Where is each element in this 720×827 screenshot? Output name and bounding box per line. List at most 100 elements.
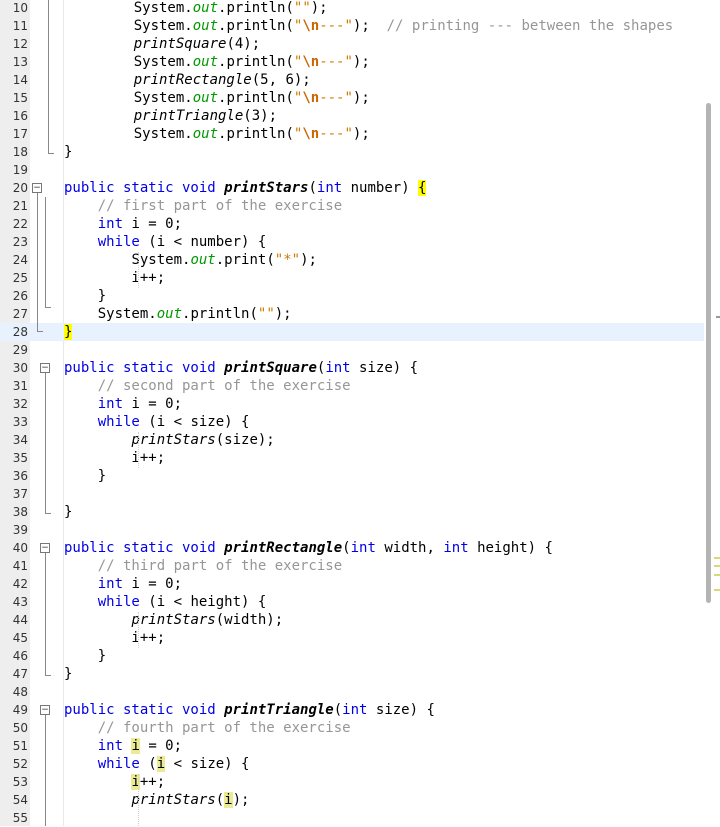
code-line[interactable]: 44 printStars(width); xyxy=(0,611,706,629)
code-line[interactable]: 26 } xyxy=(0,287,706,305)
code-text[interactable]: } xyxy=(64,647,106,665)
code-text[interactable]: public static void printSquare(int size)… xyxy=(64,359,418,377)
code-text[interactable]: } xyxy=(64,143,72,161)
error-stripe-mark[interactable] xyxy=(714,574,720,576)
code-text[interactable]: } xyxy=(64,323,73,341)
scrollbar-thumb[interactable] xyxy=(706,103,711,603)
code-line[interactable]: 51 int i = 0; xyxy=(0,737,706,755)
code-text[interactable]: printStars(width); xyxy=(64,611,283,629)
code-line[interactable]: 50 // fourth part of the exercise xyxy=(0,719,706,737)
code-text[interactable]: } xyxy=(64,287,106,305)
code-text[interactable]: System.out.println(""); xyxy=(100,0,328,17)
fold-toggle-icon[interactable]: − xyxy=(40,543,50,553)
code-text[interactable]: System.out.println("\n---"); xyxy=(100,89,370,107)
fold-toggle-icon[interactable]: − xyxy=(40,705,50,715)
code-line[interactable]: 31 // second part of the exercise xyxy=(0,377,706,395)
code-text[interactable]: while (i < number) { xyxy=(64,233,267,251)
code-line[interactable]: 25 i++; xyxy=(0,269,706,287)
code-editor[interactable]: 10 System.out.println(""); 11 System.out.… xyxy=(0,0,720,826)
code-text[interactable]: System.out.println("\n---"); xyxy=(100,53,370,71)
code-line[interactable]: 20 public static void printStars(int numb… xyxy=(0,179,706,197)
code-text[interactable]: printStars(size); xyxy=(64,431,274,449)
code-text[interactable]: // second part of the exercise xyxy=(64,377,351,395)
code-text[interactable]: i++; xyxy=(64,629,165,647)
code-line[interactable]: 43 while (i < height) { xyxy=(0,593,706,611)
code-line[interactable]: 46 } xyxy=(0,647,706,665)
code-text[interactable]: System.out.println(""); xyxy=(64,305,292,323)
code-text[interactable]: // fourth part of the exercise xyxy=(64,719,351,737)
fold-toggle-icon[interactable]: − xyxy=(40,363,50,373)
code-text[interactable]: printSquare(4); xyxy=(100,35,260,53)
code-line[interactable]: 47} xyxy=(0,665,706,683)
code-text[interactable]: i++; xyxy=(64,269,165,287)
code-line[interactable]: 38} xyxy=(0,503,706,521)
code-line[interactable]: 10 System.out.println(""); xyxy=(0,0,706,17)
code-text[interactable]: } xyxy=(64,467,106,485)
code-line[interactable]: 49 public static void printTriangle(int s… xyxy=(0,701,706,719)
code-token: i xyxy=(156,756,166,772)
code-text[interactable]: int i = 0; xyxy=(64,395,182,413)
code-line[interactable]: 39 xyxy=(0,521,706,539)
code-line[interactable]: 55 xyxy=(0,809,706,827)
code-line[interactable]: 19 xyxy=(0,161,706,179)
code-line[interactable]: 14 printRectangle(5, 6); xyxy=(0,71,706,89)
code-text[interactable]: printTriangle(3); xyxy=(100,107,277,125)
code-text[interactable]: int i = 0; xyxy=(64,737,182,755)
code-line[interactable]: 54 printStars(i); xyxy=(0,791,706,809)
code-line[interactable]: 23 while (i < number) { xyxy=(0,233,706,251)
code-line[interactable]: 42 int i = 0; xyxy=(0,575,706,593)
code-line[interactable]: 16 printTriangle(3); xyxy=(0,107,706,125)
error-stripe-mark[interactable] xyxy=(714,589,720,591)
code-text[interactable]: public static void printStars(int number… xyxy=(64,179,427,197)
code-line[interactable]: 37 xyxy=(0,485,706,503)
code-line[interactable]: 45 i++; xyxy=(0,629,706,647)
code-line[interactable]: 41 // third part of the exercise xyxy=(0,557,706,575)
code-line[interactable]: 11 System.out.println("\n---"); // print… xyxy=(0,17,706,35)
code-text[interactable]: // first part of the exercise xyxy=(64,197,342,215)
code-text[interactable]: } xyxy=(64,503,72,521)
code-line[interactable]: 52 while (i < size) { xyxy=(0,755,706,773)
code-text[interactable]: while (i < size) { xyxy=(64,413,250,431)
code-line[interactable]: 27 System.out.println(""); xyxy=(0,305,706,323)
code-line[interactable]: 22 int i = 0; xyxy=(0,215,706,233)
code-line[interactable]: 35 i++; xyxy=(0,449,706,467)
code-token: \n xyxy=(302,18,320,34)
code-text[interactable]: while (i < height) { xyxy=(64,593,267,611)
code-line[interactable]: 21 // first part of the exercise xyxy=(0,197,706,215)
code-token: i++; xyxy=(64,270,166,286)
code-line[interactable]: 33 while (i < size) { xyxy=(0,413,706,431)
code-text[interactable]: System.out.println("\n---"); // printing… xyxy=(100,17,673,35)
code-text[interactable]: while (i < size) { xyxy=(64,755,249,773)
code-line[interactable]: 12 printSquare(4); xyxy=(0,35,706,53)
code-token: height) { xyxy=(468,540,553,556)
fold-toggle-icon[interactable]: − xyxy=(32,183,42,193)
code-line[interactable]: 29 xyxy=(0,341,706,359)
code-text[interactable]: // third part of the exercise xyxy=(64,557,342,575)
code-text[interactable]: public static void printTriangle(int siz… xyxy=(64,701,435,719)
code-line[interactable]: 48 xyxy=(0,683,706,701)
code-line[interactable]: 15 System.out.println("\n---"); xyxy=(0,89,706,107)
code-line[interactable]: 30 public static void printSquare(int siz… xyxy=(0,359,706,377)
code-line[interactable]: 24 System.out.print("*"); xyxy=(0,251,706,269)
code-line[interactable]: 53 i++; xyxy=(0,773,706,791)
code-text[interactable]: i++; xyxy=(64,773,165,791)
code-line[interactable]: 36 } xyxy=(0,467,706,485)
code-line[interactable]: 28} xyxy=(0,323,706,341)
error-stripe-mark[interactable] xyxy=(714,565,720,567)
code-text[interactable]: int i = 0; xyxy=(64,215,182,233)
code-text[interactable]: } xyxy=(64,665,72,683)
code-text[interactable]: i++; xyxy=(64,449,165,467)
code-line[interactable]: 17 System.out.println("\n---"); xyxy=(0,125,706,143)
code-line[interactable]: 40 public static void printRectangle(int … xyxy=(0,539,706,557)
code-line[interactable]: 13 System.out.println("\n---"); xyxy=(0,53,706,71)
error-stripe-mark[interactable] xyxy=(714,557,720,559)
code-text[interactable]: System.out.println("\n---"); xyxy=(100,125,370,143)
code-text[interactable]: System.out.print("*"); xyxy=(64,251,316,269)
code-text[interactable]: public static void printRectangle(int wi… xyxy=(64,539,553,557)
code-text[interactable]: int i = 0; xyxy=(64,575,182,593)
code-text[interactable]: printRectangle(5, 6); xyxy=(100,71,311,89)
code-text[interactable]: printStars(i); xyxy=(64,791,249,809)
code-line[interactable]: 32 int i = 0; xyxy=(0,395,706,413)
code-line[interactable]: 18} xyxy=(0,143,706,161)
code-line[interactable]: 34 printStars(size); xyxy=(0,431,706,449)
